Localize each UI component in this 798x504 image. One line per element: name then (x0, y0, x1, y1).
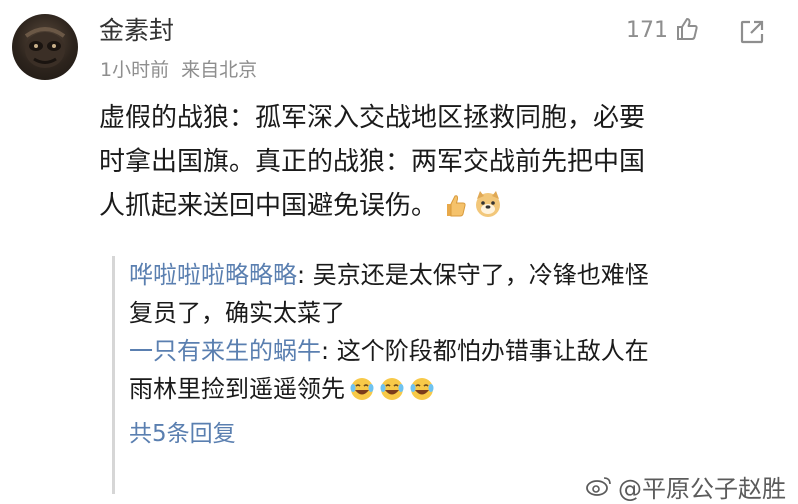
like-button[interactable]: 171 (626, 16, 700, 46)
reply-username[interactable]: 哗啦啦啦略略略 (129, 261, 297, 289)
reply-text: : 吴京还是太保守了，冷锋也难怪 (297, 261, 649, 289)
comment-line: 时拿出国旗。真正的战狼：两军交战前先把中国 (99, 147, 646, 177)
comment-location: 来自北京 (181, 59, 258, 81)
share-button[interactable] (738, 18, 766, 50)
reply-text-line: 雨林里捡到遥遥领先 (129, 375, 345, 403)
comment-line-text: 人抓起来送回中国避免误伤。 (99, 191, 438, 221)
comment-text: 虚假的战狼：孤军深入交战地区拯救同胞，必要 时拿出国旗。真正的战狼：两军交战前先… (99, 96, 771, 233)
reply-username[interactable]: 一只有来生的蜗牛 (129, 337, 321, 365)
thumbs-up-icon (674, 16, 700, 46)
reply-text: : 这个阶段都怕办错事让敌人在 (321, 337, 649, 365)
laugh-cry-emoji-icon (379, 375, 405, 413)
laugh-cry-emoji-icon (349, 375, 375, 413)
watermark: @平原公子赵胜 (586, 474, 786, 504)
comment-line: 虚假的战狼：孤军深入交战地区拯救同胞，必要 (99, 103, 646, 133)
weibo-logo-icon (586, 474, 612, 504)
watermark-text: @平原公子赵胜 (618, 475, 786, 503)
thumb-emoji-icon (441, 189, 469, 233)
like-count: 171 (626, 18, 668, 43)
comment-line-last: 人抓起来送回中国避免误伤。 (99, 184, 771, 233)
comment-time: 1小时前 (100, 59, 170, 81)
username[interactable]: 金素封 (99, 14, 174, 48)
reply-text-continued: 复员了，确实太菜了 (129, 299, 345, 327)
reply-item: 哗啦啦啦略略略: 吴京还是太保守了，冷锋也难怪 (129, 256, 782, 294)
reply-thread: 哗啦啦啦略略略: 吴京还是太保守了，冷锋也难怪 复员了，确实太菜了 一只有来生的… (112, 256, 782, 494)
reply-text-continued: 雨林里捡到遥遥领先 (129, 370, 782, 413)
share-icon (738, 20, 766, 50)
laugh-cry-emoji-icon (409, 375, 435, 413)
reply-item: 一只有来生的蜗牛: 这个阶段都怕办错事让敌人在 (129, 332, 782, 370)
comment-meta: 1小时前 来自北京 (100, 58, 257, 82)
doge-emoji-icon (473, 189, 503, 233)
avatar[interactable] (12, 14, 78, 80)
more-replies-link[interactable]: 共5条回复 (129, 415, 782, 453)
